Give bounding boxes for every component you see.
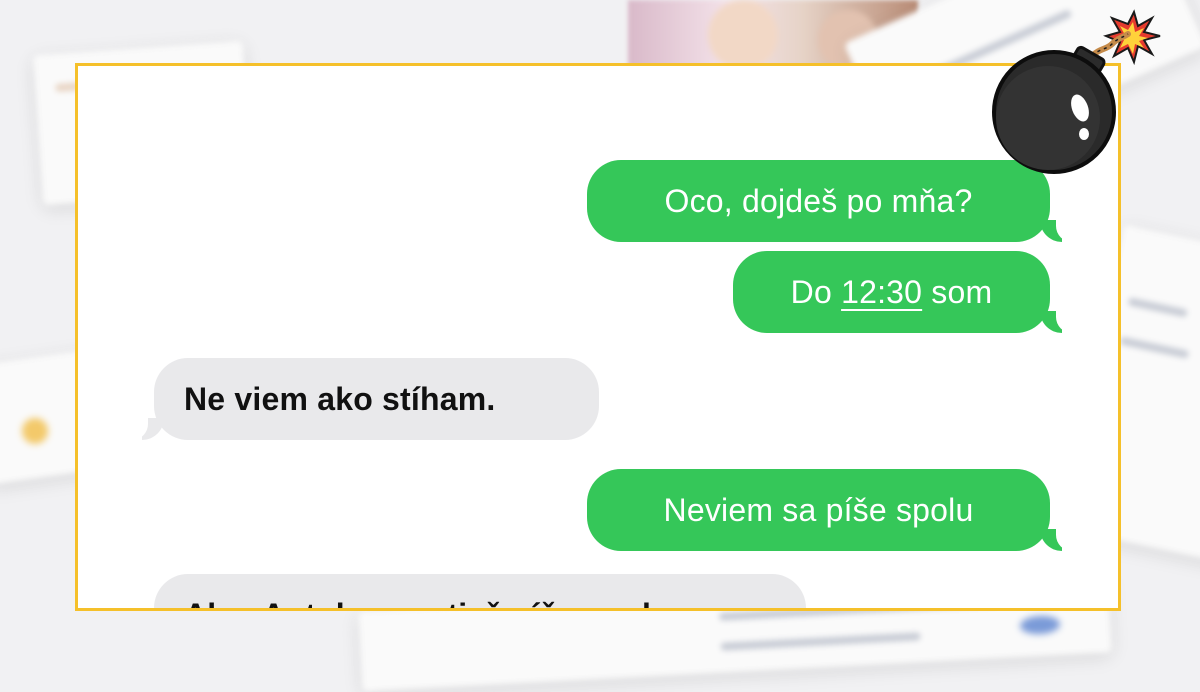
- message-text: Neviem sa píše spolu: [663, 492, 974, 528]
- sent-message-1: Oco, dojdeš po mňa?: [587, 160, 1050, 242]
- message-thread: Oco, dojdeš po mňa? Do 12:30 som Ne viem…: [78, 66, 1118, 608]
- sent-message-3: Neviem sa píše spolu: [587, 469, 1050, 551]
- bubble-tail: [1040, 218, 1076, 242]
- received-message-1: Ne viem ako stíham.: [154, 358, 599, 440]
- message-screenshot-frame: Oco, dojdeš po mňa? Do 12:30 som Ne viem…: [75, 63, 1121, 611]
- sent-message-2: Do 12:30 som: [733, 251, 1050, 333]
- received-message-2: Aha. Autobus sa tiež píše spolu: [154, 574, 806, 608]
- time-link[interactable]: 12:30: [841, 276, 922, 308]
- message-text-after: som: [931, 274, 993, 310]
- message-text: Aha. Autobus sa tiež píše spolu: [184, 599, 671, 608]
- bomb-icon: [992, 9, 1161, 174]
- message-text: Oco, dojdeš po mňa?: [664, 183, 973, 219]
- message-text: Ne viem ako stíham.: [184, 381, 496, 417]
- bubble-tail: [128, 416, 164, 440]
- bubble-tail: [1040, 309, 1076, 333]
- message-text-before: Do: [790, 274, 832, 310]
- bubble-tail: [1040, 527, 1076, 551]
